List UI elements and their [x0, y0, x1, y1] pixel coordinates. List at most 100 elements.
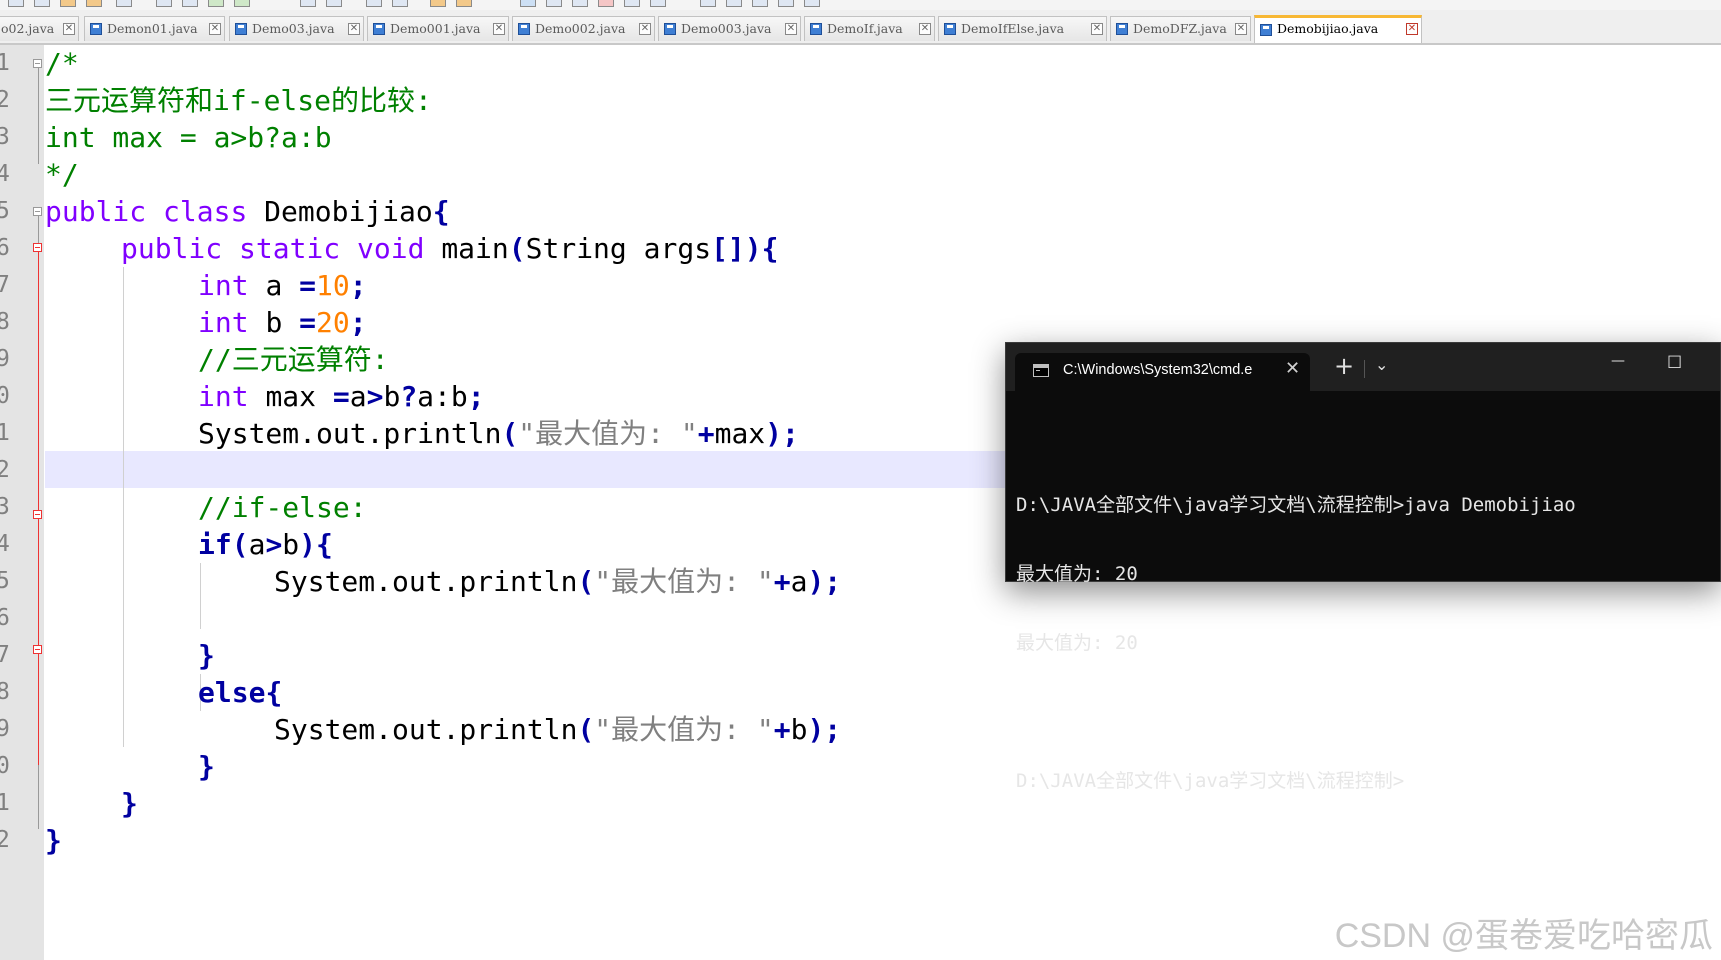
identifier: a [790, 565, 808, 598]
close-icon[interactable]: ✕ [348, 23, 360, 35]
find-icon[interactable] [366, 0, 382, 7]
operator: + [697, 417, 715, 450]
save-macro-icon[interactable] [700, 0, 716, 7]
tab-label: DemoDFZ.java [1133, 21, 1227, 36]
identifier: String args [525, 232, 712, 265]
terminal-output[interactable]: D:\JAVA全部文件\java学习文档\流程控制>java Demobijia… [1016, 448, 1576, 839]
operator: ( [231, 528, 249, 561]
code-line-7: int a =10; [198, 267, 367, 304]
operator: ); [765, 417, 799, 450]
keyword: else [198, 676, 266, 709]
fold-toggle[interactable] [33, 645, 42, 654]
file-icon [944, 23, 956, 35]
close-file-icon[interactable] [116, 0, 132, 7]
close-icon[interactable]: ✕ [919, 23, 931, 35]
indent-guide [123, 267, 124, 747]
doc-map-icon[interactable] [804, 0, 820, 7]
string-literal: "最大值为: " [518, 417, 698, 450]
code-line-3: int max = a>b?a:b [45, 121, 332, 154]
close-icon[interactable]: ✕ [1091, 23, 1103, 35]
operator: > [366, 380, 384, 413]
replace-icon[interactable] [392, 0, 408, 7]
identifier: b [383, 380, 401, 413]
identifier: b [790, 713, 808, 746]
operator: ; [349, 269, 367, 302]
minimize-button[interactable]: — [1611, 353, 1625, 369]
fold-toggle[interactable] [33, 59, 42, 68]
tab-file-0[interactable]: o02.java ✕ [0, 16, 79, 41]
new-file-icon[interactable] [8, 0, 24, 7]
identifier: System.out.println [198, 417, 502, 450]
tab-file-3[interactable]: Demo001.java ✕ [367, 16, 509, 41]
undo-icon[interactable] [300, 0, 316, 7]
run-icon[interactable] [726, 0, 742, 7]
operator: ); [807, 565, 842, 598]
operator: { [265, 676, 283, 709]
keyword: int [198, 306, 249, 339]
code-line-1: /* [45, 47, 79, 80]
zoom-in-icon[interactable] [430, 0, 446, 7]
tab-file-8[interactable]: DemoDFZ.java ✕ [1110, 16, 1251, 41]
operator: + [773, 713, 791, 746]
fold-line [38, 216, 39, 244]
tab-file-1[interactable]: Demon01.java ✕ [84, 16, 225, 41]
tab-file-4[interactable]: Demo002.java ✕ [512, 16, 655, 41]
keyword: void [357, 232, 425, 265]
fold-toggle[interactable] [33, 243, 42, 252]
copy-icon[interactable] [208, 0, 224, 7]
save-all-icon[interactable] [86, 0, 102, 7]
tab-label: Demobijiao.java [1277, 21, 1379, 36]
tab-label: Demo001.java [390, 21, 481, 36]
tab-file-7[interactable]: DemoIfElse.java ✕ [938, 16, 1107, 41]
keyword: static [239, 232, 341, 265]
close-icon[interactable]: ✕ [493, 23, 505, 35]
open-file-icon[interactable] [34, 0, 50, 7]
identifier: max [714, 417, 766, 450]
operator: ; [349, 306, 367, 339]
show-all-chars-icon[interactable] [572, 0, 588, 7]
cmd-window[interactable]: C:\Windows\System32\cmd.e ✕ + ⌄ — ☐ D:\J… [1005, 342, 1721, 792]
folder-workspace-icon[interactable] [778, 0, 794, 7]
play-macro-icon[interactable] [624, 0, 640, 7]
record-macro-icon[interactable] [598, 0, 614, 7]
chevron-down-icon[interactable]: ⌄ [1375, 355, 1388, 374]
toolbar [0, 0, 1721, 10]
print-icon[interactable] [156, 0, 172, 7]
close-icon[interactable]: ✕ [785, 23, 797, 35]
identifier: a [349, 380, 367, 413]
wrap-icon[interactable] [546, 0, 562, 7]
redo-icon[interactable] [326, 0, 342, 7]
stop-macro-icon[interactable] [650, 0, 666, 7]
close-icon[interactable]: ✕ [209, 23, 221, 35]
operator: ( [577, 713, 595, 746]
zoom-out-icon[interactable] [456, 0, 472, 7]
close-icon[interactable]: ✕ [639, 23, 651, 35]
tab-label: DemoIfElse.java [961, 21, 1065, 36]
function-list-icon[interactable] [752, 0, 768, 7]
tab-file-5[interactable]: Demo003.java ✕ [658, 16, 801, 41]
save-icon[interactable] [60, 0, 76, 7]
operator: ( [501, 417, 519, 450]
close-icon[interactable]: ✕ [63, 23, 75, 35]
string-literal: "最大值为: " [594, 565, 774, 598]
code-line-17: } [198, 639, 215, 672]
cmd-titlebar[interactable]: C:\Windows\System32\cmd.e ✕ + ⌄ — ☐ [1006, 343, 1720, 391]
maximize-button[interactable]: ☐ [1667, 353, 1682, 373]
tab-file-6[interactable]: DemoIf.java ✕ [804, 16, 935, 41]
paste-icon[interactable] [234, 0, 250, 7]
terminal-icon [1033, 364, 1049, 377]
titlebar-divider [1364, 360, 1365, 378]
cmd-tab[interactable]: C:\Windows\System32\cmd.e ✕ [1015, 353, 1310, 391]
close-icon[interactable]: ✕ [1406, 23, 1418, 35]
keyword: public [121, 232, 223, 265]
tab-file-2[interactable]: Demo03.java ✕ [229, 16, 364, 41]
close-icon[interactable]: ✕ [1235, 23, 1247, 35]
tab-file-active[interactable]: Demobijiao.java ✕ [1254, 15, 1422, 43]
sync-scroll-icon[interactable] [520, 0, 536, 7]
fold-toggle[interactable] [33, 510, 42, 519]
tab-label: Demo003.java [681, 21, 772, 36]
close-tab-icon[interactable]: ✕ [1285, 358, 1300, 379]
cut-icon[interactable] [182, 0, 198, 7]
new-tab-button[interactable]: + [1334, 352, 1354, 380]
fold-toggle[interactable] [33, 207, 42, 216]
